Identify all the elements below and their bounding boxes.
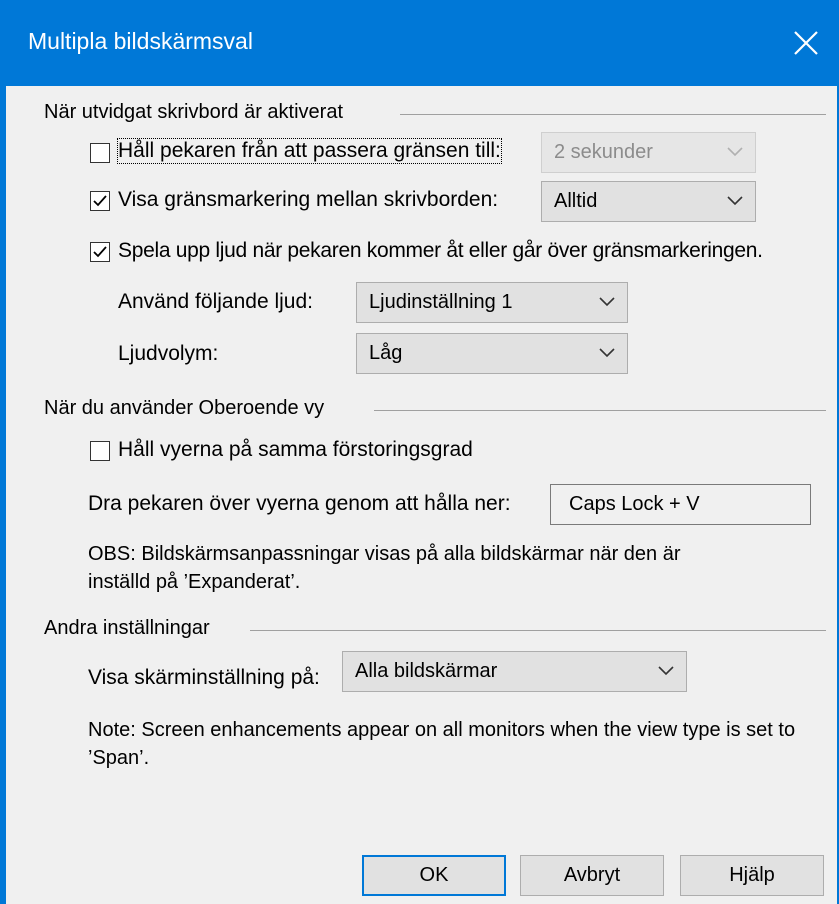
cancel-button-label: Avbryt xyxy=(563,864,621,886)
chevron-down-icon xyxy=(658,666,674,676)
group-independent-view-label: När du använder Oberoende vy xyxy=(44,397,325,419)
volume-label: Ljudvolym: xyxy=(118,342,219,365)
group-extended-desktop-label: När utvidgat skrivbord är aktiverat xyxy=(44,101,344,123)
group-separator xyxy=(374,410,826,411)
chevron-down-icon xyxy=(599,348,615,358)
check-icon xyxy=(93,246,107,258)
same-zoom-label[interactable]: Håll vyerna på samma förstoringsgrad xyxy=(118,438,473,462)
volume-select[interactable]: Låg xyxy=(356,333,628,374)
display-on-value: Alla bildskärmar xyxy=(355,660,498,682)
show-boundary-label[interactable]: Visa gränsmarkering mellan skrivborden: xyxy=(118,188,498,212)
play-sound-checkbox[interactable] xyxy=(90,242,110,262)
hold-pointer-duration-select[interactable]: 2 sekunder xyxy=(541,132,756,173)
group-other-settings-label: Andra inställningar xyxy=(44,617,210,639)
chevron-down-icon xyxy=(727,196,743,206)
chevron-down-icon xyxy=(727,147,743,157)
help-button[interactable]: Hjälp xyxy=(680,855,824,896)
other-settings-note: Note: Screen enhancements appear on all … xyxy=(88,719,796,769)
sound-value: Ljudinställning 1 xyxy=(369,291,513,313)
check-icon xyxy=(93,195,107,207)
drag-label: Dra pekaren över vyerna genom att hålla … xyxy=(88,492,511,515)
group-separator xyxy=(250,630,826,631)
drag-hotkey-value: Caps Lock + V xyxy=(569,493,700,515)
hold-pointer-checkbox[interactable] xyxy=(90,143,110,163)
hold-pointer-duration-value: 2 sekunder xyxy=(554,141,653,163)
cancel-button[interactable]: Avbryt xyxy=(520,855,664,896)
hold-pointer-label[interactable]: Håll pekaren från att passera gränsen ti… xyxy=(117,138,502,164)
title-bar: Multipla bildskärmsval xyxy=(0,0,839,86)
group-separator xyxy=(400,114,826,115)
same-zoom-checkbox[interactable] xyxy=(90,441,110,461)
ok-button[interactable]: OK xyxy=(362,855,506,896)
independent-view-note: OBS: Bildskärmsanpassningar visas på all… xyxy=(88,543,681,593)
volume-value: Låg xyxy=(369,342,403,364)
ok-button-label: OK xyxy=(419,864,449,886)
show-boundary-select[interactable]: Alltid xyxy=(541,181,756,222)
window-title: Multipla bildskärmsval xyxy=(28,28,253,54)
show-boundary-value: Alltid xyxy=(554,190,598,212)
close-icon xyxy=(794,31,818,55)
help-button-label: Hjälp xyxy=(729,864,775,886)
close-button[interactable] xyxy=(775,0,839,86)
display-on-select[interactable]: Alla bildskärmar xyxy=(342,651,687,692)
chevron-down-icon xyxy=(599,297,615,307)
display-on-label: Visa skärminställning på: xyxy=(88,666,320,689)
sound-label: Använd följande ljud: xyxy=(118,290,313,313)
drag-hotkey-field[interactable]: Caps Lock + V xyxy=(550,484,811,525)
play-sound-label[interactable]: Spela upp ljud när pekaren kommer åt ell… xyxy=(118,239,763,263)
sound-select[interactable]: Ljudinställning 1 xyxy=(356,282,628,323)
show-boundary-checkbox[interactable] xyxy=(90,191,110,211)
